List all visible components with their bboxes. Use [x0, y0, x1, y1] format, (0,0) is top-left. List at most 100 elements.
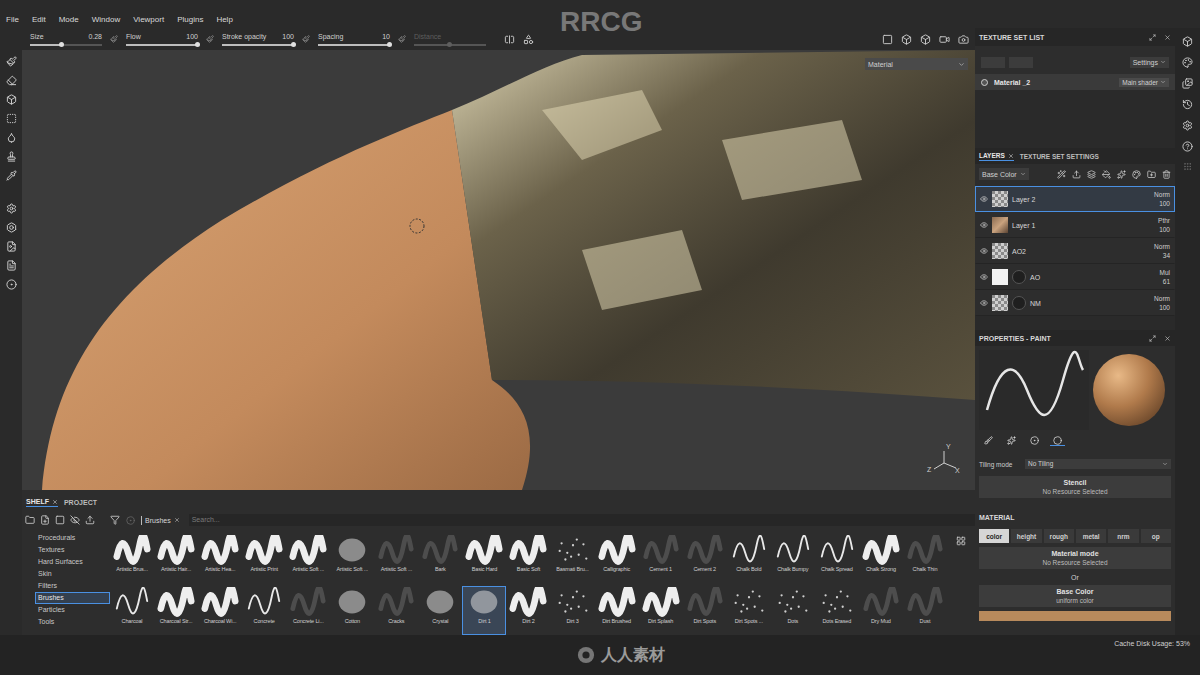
filter-icon[interactable]: [110, 515, 120, 525]
close-icon[interactable]: [1164, 335, 1171, 342]
brush-item[interactable]: Dirt Spots ...: [727, 586, 771, 636]
layer-tool-icon[interactable]: [1057, 170, 1066, 179]
menu-item[interactable]: Plugins: [177, 15, 203, 25]
brush-item[interactable]: Charcoal: [110, 586, 154, 636]
menu-item[interactable]: File: [6, 15, 19, 25]
brush-item[interactable]: Dots Erased: [815, 586, 859, 636]
material-dropdown[interactable]: Material: [865, 58, 968, 70]
category-item[interactable]: Textures: [35, 544, 110, 556]
tool-icon[interactable]: [6, 279, 17, 290]
pen-pressure-icon[interactable]: [110, 35, 118, 43]
brush-item[interactable]: Chalk Bold: [727, 534, 771, 584]
brush-item[interactable]: Artistic Print: [242, 534, 286, 584]
view-3d-icon[interactable]: [901, 34, 912, 45]
brush-item[interactable]: Dirt Brushed: [595, 586, 639, 636]
visibility-icon[interactable]: [980, 221, 988, 229]
brush-item[interactable]: Chalk Spread: [815, 534, 859, 584]
tool-slider[interactable]: Distance: [414, 32, 486, 46]
shelf-tool-icon[interactable]: [55, 515, 65, 525]
more-icon[interactable]: [1183, 162, 1192, 171]
layer-opacity[interactable]: 100: [1159, 225, 1170, 234]
panel-toggle-icon[interactable]: [1182, 57, 1193, 68]
stencil-slot[interactable]: StencilNo Resource Selected: [979, 476, 1171, 498]
filter-chip[interactable]: Brushes: [141, 516, 183, 525]
base-color-slot[interactable]: Base Coloruniform color: [979, 585, 1171, 607]
blend-mode[interactable]: Norm: [1154, 294, 1170, 303]
menu-item[interactable]: Mode: [59, 15, 79, 25]
category-item[interactable]: Skin: [35, 568, 110, 580]
brush-item[interactable]: Artistic Hair...: [154, 534, 198, 584]
material-mode-slot[interactable]: Material modeNo Resource Selected: [979, 547, 1171, 569]
maximize-icon[interactable]: [1149, 335, 1156, 342]
tool-icon[interactable]: [6, 94, 17, 105]
properties-tab[interactable]: [1027, 436, 1042, 446]
tool-slider[interactable]: Size0.28: [30, 32, 102, 46]
shelf-tool-icon[interactable]: [40, 515, 50, 525]
tool-icon[interactable]: [6, 151, 17, 162]
brush-item[interactable]: Cement 2: [683, 534, 727, 584]
brush-item[interactable]: Dust: [903, 586, 947, 636]
layer-opacity[interactable]: 100: [1159, 199, 1170, 208]
tool-icon[interactable]: [6, 113, 17, 124]
brush-item[interactable]: Dots: [771, 586, 815, 636]
brush-item[interactable]: Chalk Thin: [903, 534, 947, 584]
channel-dropdown[interactable]: Base Color: [979, 168, 1029, 180]
brush-item[interactable]: Chalk Bumpy: [771, 534, 815, 584]
menu-item[interactable]: Help: [216, 15, 232, 25]
category-item[interactable]: Procedurals: [35, 532, 110, 544]
tool-icon[interactable]: [6, 56, 17, 67]
search-field[interactable]: Search...: [189, 514, 975, 526]
panel-toggle-icon[interactable]: [1182, 120, 1193, 131]
tool-icon[interactable]: [6, 132, 17, 143]
layer-tool-icon[interactable]: [1147, 170, 1156, 179]
visibility-icon[interactable]: [980, 195, 988, 203]
brush-item[interactable]: Basmati Bru...: [551, 534, 595, 584]
close-icon[interactable]: [1008, 153, 1014, 159]
radio-icon[interactable]: [981, 79, 988, 86]
brush-item[interactable]: Dirt 1: [462, 586, 506, 636]
channel-toggle[interactable]: op: [1141, 529, 1171, 543]
brush-item[interactable]: Dirt 3: [551, 586, 595, 636]
brush-item[interactable]: Chalk Strong: [859, 534, 903, 584]
camera-video-icon[interactable]: [939, 34, 950, 45]
layer-row[interactable]: Layer 1Pthr100: [975, 212, 1175, 238]
grid-view-icon[interactable]: [956, 536, 966, 546]
brush-item[interactable]: Bark: [418, 534, 462, 584]
layer-tool-icon[interactable]: [1117, 170, 1126, 179]
brush-item[interactable]: Dry Mud: [859, 586, 903, 636]
brush-item[interactable]: Artistic Brus...: [110, 534, 154, 584]
channel-toggle[interactable]: metal: [1076, 529, 1106, 543]
panel-toggle-icon[interactable]: [1182, 141, 1193, 152]
view-2d-icon[interactable]: [920, 34, 931, 45]
layer-row[interactable]: Layer 2Norm100: [975, 186, 1175, 212]
brush-item[interactable]: Dirt 2: [506, 586, 550, 636]
layer-opacity[interactable]: 61: [1163, 277, 1170, 286]
mask-thumbnail[interactable]: [1012, 296, 1026, 310]
tool-icon[interactable]: [6, 75, 17, 86]
layer-tool-icon[interactable]: [1102, 170, 1111, 179]
channel-toggle[interactable]: color: [979, 529, 1009, 543]
brush-item[interactable]: Basic Hard: [462, 534, 506, 584]
shelf-tool-icon[interactable]: [25, 515, 35, 525]
brush-item[interactable]: Cement 1: [639, 534, 683, 584]
blend-mode[interactable]: Mul: [1160, 268, 1170, 277]
visibility-icon[interactable]: [980, 247, 988, 255]
category-item[interactable]: Brushes: [35, 592, 110, 604]
visibility-icon[interactable]: [980, 299, 988, 307]
layer-row[interactable]: NMNorm100: [975, 290, 1175, 316]
blend-mode[interactable]: Pthr: [1158, 216, 1170, 225]
visibility-icon[interactable]: [980, 273, 988, 281]
brush-item[interactable]: Artistic Soft ...: [330, 534, 374, 584]
category-item[interactable]: Filters: [35, 580, 110, 592]
category-item[interactable]: Hard Surfaces: [35, 556, 110, 568]
shelf-tool-icon[interactable]: [70, 515, 80, 525]
tool-icon[interactable]: [6, 222, 17, 233]
pen-pressure-icon[interactable]: [398, 35, 406, 43]
blend-mode[interactable]: Norm: [1154, 190, 1170, 199]
tool-slider[interactable]: Stroke opacity100: [222, 32, 294, 46]
layer-opacity[interactable]: 100: [1159, 303, 1170, 312]
layer-opacity[interactable]: 34: [1163, 251, 1170, 260]
color-swatch[interactable]: [979, 611, 1171, 621]
brush-item[interactable]: Cotton: [330, 586, 374, 636]
tool-slider[interactable]: Spacing10: [318, 32, 390, 46]
